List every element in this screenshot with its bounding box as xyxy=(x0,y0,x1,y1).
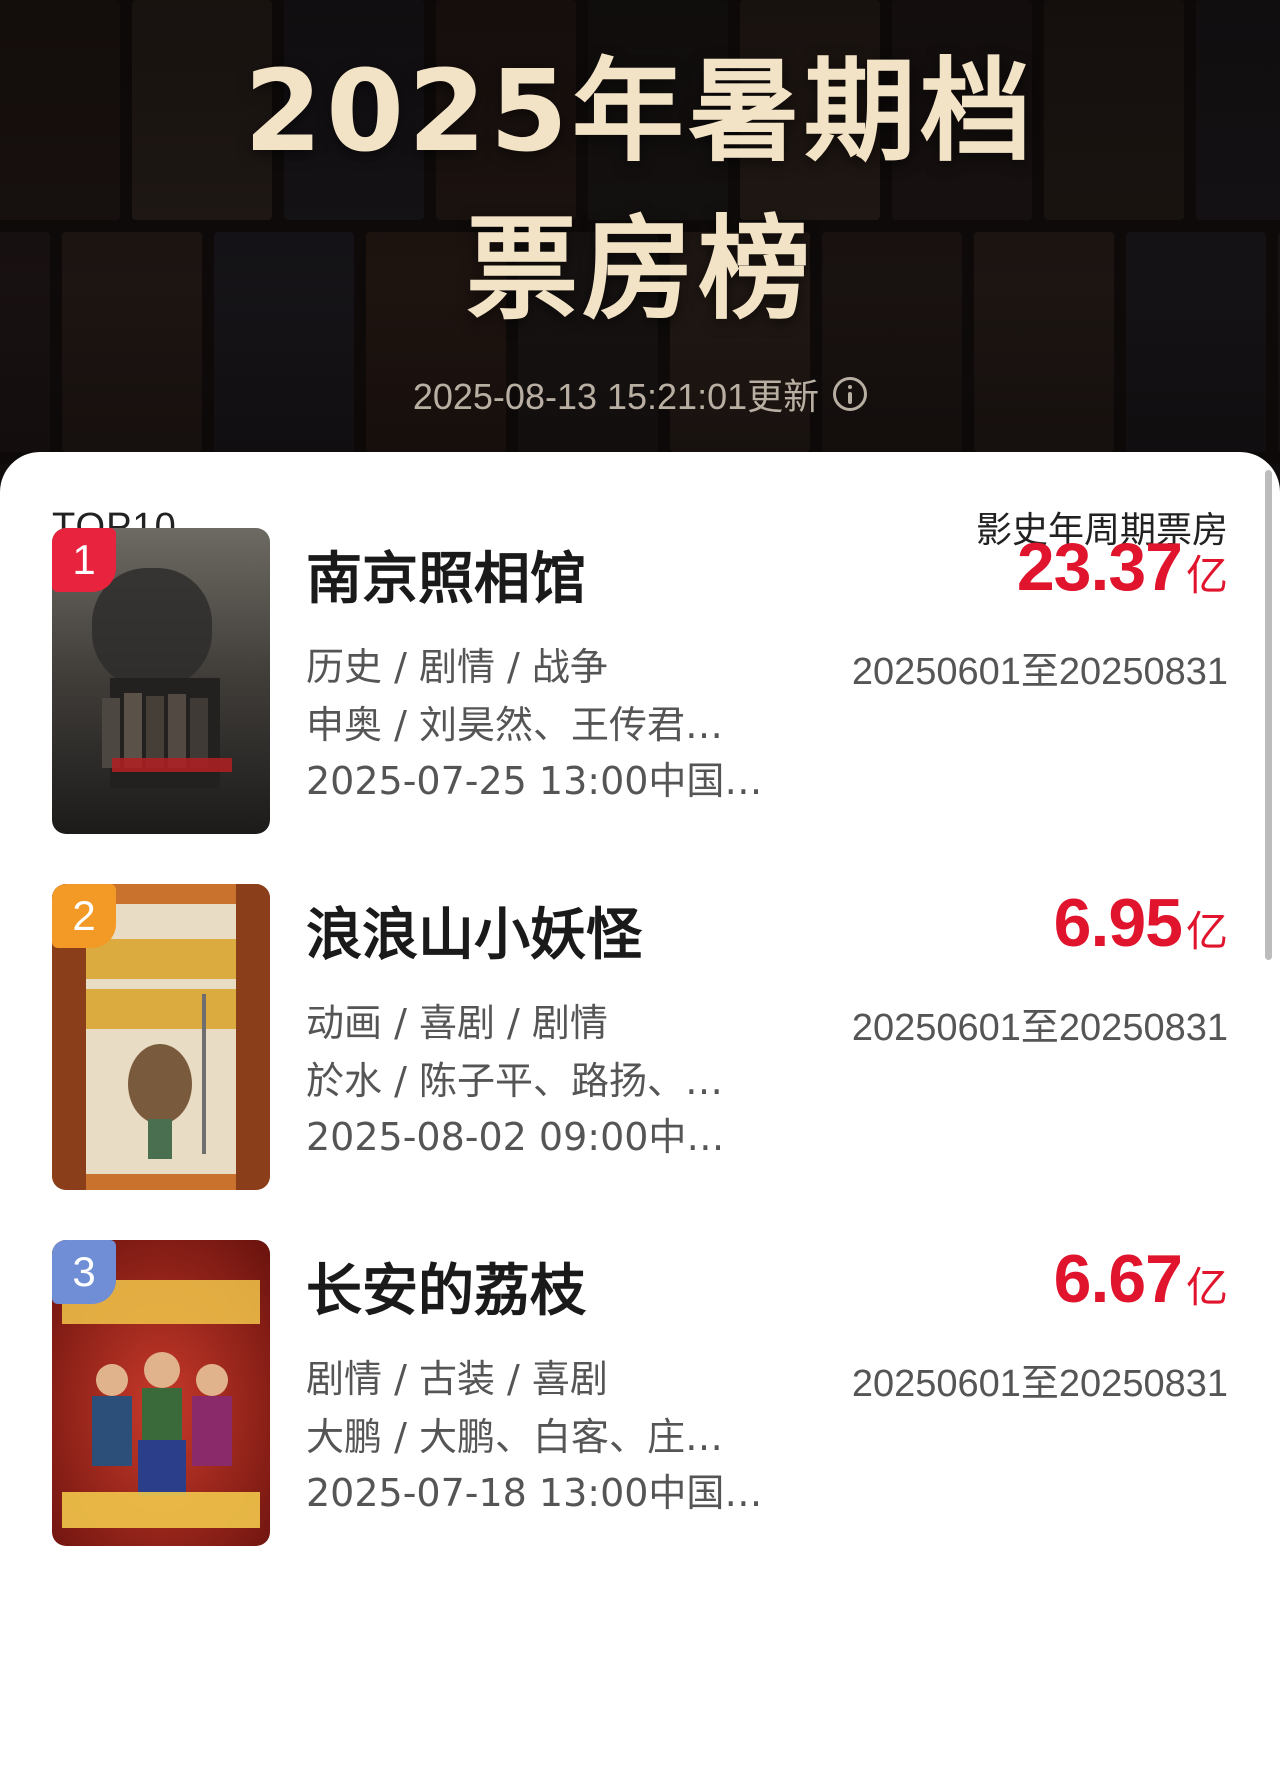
movie-genres: 剧情 / 古装 / 喜剧 xyxy=(306,1357,608,1401)
movie-release: 2025-07-25 13:00中国… xyxy=(306,759,763,803)
page-title-line2: 票房榜 xyxy=(466,205,814,335)
page-title-line1: 2025年暑期档 xyxy=(244,47,1036,177)
movie-item[interactable]: 3 长安的荔枝 6.67 亿 剧情 / 古装 / 喜剧 大鹏 / 大鹏、白客、庄… xyxy=(52,1240,1228,1546)
movie-poster[interactable]: 3 xyxy=(52,1240,270,1546)
box-office-value: 6.95 xyxy=(1053,885,1183,961)
movie-title[interactable]: 浪浪山小妖怪 xyxy=(306,890,642,971)
rank-badge: 3 xyxy=(52,1240,116,1304)
movie-genres: 动画 / 喜剧 / 剧情 xyxy=(306,1001,608,1045)
box-office-amount: 23.37 亿 xyxy=(1017,528,1228,606)
movie-poster[interactable]: 2 xyxy=(52,884,270,1190)
movie-people: 於水 / 陈子平、路扬、… xyxy=(306,1059,723,1103)
stat-period: 20250601至20250831 xyxy=(851,651,1228,693)
movie-people: 申奥 / 刘昊然、王传君… xyxy=(306,703,723,747)
rank-badge: 2 xyxy=(52,884,116,948)
info-circle-icon[interactable] xyxy=(833,377,868,411)
box-office-unit: 亿 xyxy=(1185,907,1228,956)
header-banner: 2025年暑期档 票房榜 2025-08-13 15:21:01更新 xyxy=(0,0,1280,520)
movie-genres: 历史 / 剧情 / 战争 xyxy=(306,645,608,689)
movie-release: 2025-08-02 09:00中… xyxy=(306,1115,725,1159)
box-office-value: 6.67 xyxy=(1053,1241,1183,1317)
update-timestamp-row: 2025-08-13 15:21:01更新 xyxy=(0,368,1280,420)
stat-period: 20250601至20250831 xyxy=(851,1007,1228,1049)
box-office-page: 2025年暑期档 票房榜 2025-08-13 15:21:01更新 TOP10… xyxy=(0,0,1280,1787)
movie-title[interactable]: 长安的荔枝 xyxy=(306,1246,586,1327)
box-office-unit: 亿 xyxy=(1185,551,1228,600)
box-office-amount: 6.67 亿 xyxy=(1054,1240,1228,1318)
movie-item[interactable]: 1 南京照相馆 23.37 亿 历史 / 剧情 / 战争 申奥 / 刘昊然、王传… xyxy=(52,528,1228,834)
rank-badge: 1 xyxy=(52,528,116,592)
movie-title[interactable]: 南京照相馆 xyxy=(306,534,586,615)
stat-period: 20250601至20250831 xyxy=(851,1363,1228,1405)
movie-release: 2025-07-18 13:00中国… xyxy=(306,1471,763,1515)
scrollbar-thumb[interactable] xyxy=(1265,470,1272,960)
box-office-value: 23.37 xyxy=(1016,529,1183,605)
update-timestamp: 2025-08-13 15:21:01更新 xyxy=(412,376,820,417)
movie-item[interactable]: 2 浪浪山小妖怪 6.95 亿 动画 / 喜剧 / 剧情 於水 / 陈子平、路扬… xyxy=(52,884,1228,1190)
movie-poster[interactable]: 1 xyxy=(52,528,270,834)
movie-people: 大鹏 / 大鹏、白客、庄… xyxy=(306,1415,723,1459)
box-office-amount: 6.95 亿 xyxy=(1054,884,1228,962)
box-office-unit: 亿 xyxy=(1185,1263,1228,1312)
ranking-card: TOP10 影史年周期票房 1 南京照相馆 23.37 亿 历史 / 剧情 / … xyxy=(0,452,1280,1787)
